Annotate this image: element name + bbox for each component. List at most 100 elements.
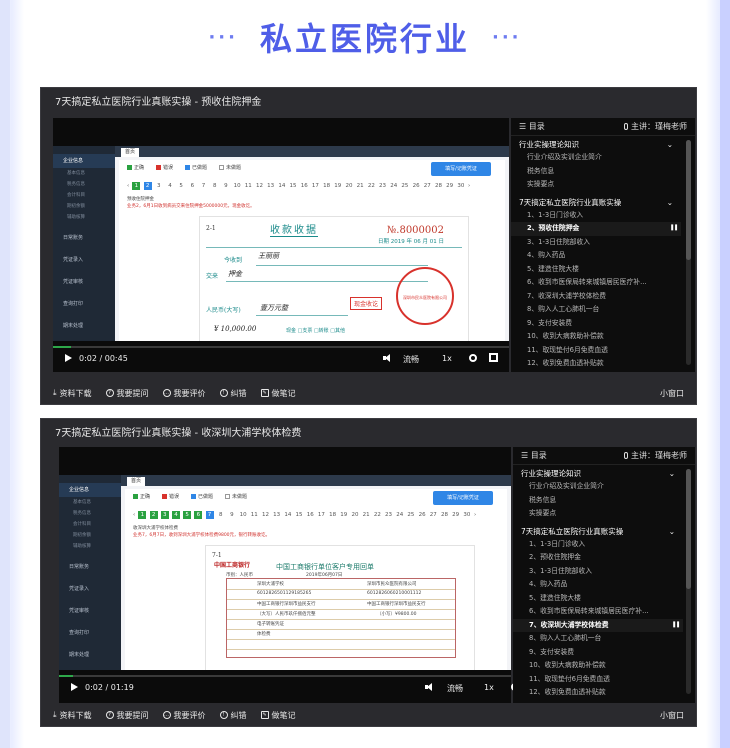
playlist-item[interactable]: 9、支付安装费: [513, 646, 683, 660]
mini-window-button[interactable]: 小窗口: [660, 388, 684, 399]
playlist-section[interactable]: 7天搞定私立医院行业真账实操 ⌄: [511, 196, 681, 209]
step-number: 26: [412, 183, 420, 189]
menu-item: 凭证审核: [69, 608, 90, 614]
play-icon[interactable]: [65, 354, 72, 362]
question-icon: ?: [105, 389, 114, 397]
playlist-item[interactable]: 2、预收住院押金: [513, 551, 683, 565]
volume-icon[interactable]: [425, 683, 433, 691]
playlist-header: ☰ 目录 主讲：瑾梅老师: [513, 447, 695, 465]
playlist-item[interactable]: 实操要点: [511, 178, 681, 192]
step-number: 19: [340, 512, 348, 518]
playlist-item[interactable]: 3、1-3日住院部收入: [511, 236, 681, 250]
bank-receipt-document: 7-1 中国工商银行 中国工商银行单位客户专用回单 币别：人民币 2019年06…: [205, 545, 475, 670]
chevron-down-icon: ⌄: [668, 469, 675, 478]
playlist-item[interactable]: 税务信息: [511, 165, 681, 179]
playlist-panel: ☰ 目录 主讲：瑾梅老师 行业实操理论知识 ⌄ 行业介绍及实训企业简介 税务信息 实操要…: [513, 447, 695, 703]
download-button[interactable]: ⤓ 资料下载: [53, 388, 92, 399]
video-player[interactable]: 企业信息 基本信息 税务信息 会计科目 期初余额 辅助核算 日常账务 凭证录入 …: [59, 447, 540, 703]
left-decoration: [0, 0, 10, 748]
error-icon: !: [219, 711, 228, 719]
playlist-item[interactable]: 11、取现垫付6月免费血透: [511, 344, 681, 358]
video-title: 7天搞定私立医院行业真账实操 - 预收住院押金: [41, 88, 696, 118]
quality-button[interactable]: 流畅: [403, 354, 419, 365]
video-player[interactable]: 企业信息 基本信息 税务信息 会计科目 期初余额 辅助核算 日常账务 凭证录入 …: [53, 118, 509, 372]
playlist-item[interactable]: 8、购入人工心肺机一台: [511, 303, 681, 317]
legend-todo: 未做题: [219, 164, 241, 171]
question-steps: ‹ 1 2 3 4 5 6 7 8 9 10 11 12 13 14 15 16 17 18 19 20 21 22 23 24…: [127, 182, 470, 190]
mini-window-button[interactable]: 小窗口: [660, 710, 684, 721]
menu-subitem: 期初余额: [67, 204, 85, 209]
settings-icon[interactable]: [469, 354, 477, 362]
playlist-item[interactable]: 行业介绍及实训企业简介: [511, 151, 681, 165]
playlist-item[interactable]: 12、收到免费血透补贴款: [511, 357, 681, 371]
playlist-item[interactable]: 12、收到免费血透补贴款: [513, 686, 683, 700]
playlist-item[interactable]: 10、收到大病救助补偿款: [511, 330, 681, 344]
review-button[interactable]: … 我要评价: [162, 710, 206, 721]
app-tab: 首页: [121, 148, 140, 157]
payer-value: 王丽丽: [258, 252, 279, 260]
playlist-item[interactable]: 5、建造住院大楼: [511, 263, 681, 277]
progress-bar[interactable]: [59, 675, 511, 677]
quality-button[interactable]: 流畅: [447, 683, 463, 694]
ask-button[interactable]: ? 我要提问: [105, 710, 149, 721]
app-sidebar: 企业信息 基本信息 税务信息 会计科目 期初余额 辅助核算 日常账务 凭证录入 …: [53, 146, 115, 341]
playlist-item[interactable]: 11、取现垫付6月免费血透: [513, 673, 683, 687]
playlist-panel: ☰ 目录 主讲：瑾梅老师 行业实操理论知识 ⌄ 行业介绍及实训企业简介 税务信息 实操要…: [511, 118, 695, 372]
playlist-item[interactable]: 1、1-3日门诊收入: [511, 209, 681, 223]
chevron-down-icon: ⌄: [668, 526, 675, 536]
step-number: 14: [278, 183, 286, 189]
report-error-button[interactable]: ! 纠错: [219, 388, 247, 399]
playlist-section[interactable]: 行业实操理论知识 ⌄: [511, 138, 681, 151]
step-number: 10: [239, 512, 247, 518]
playlist-scrollbar[interactable]: [686, 469, 691, 694]
playlist-item[interactable]: 3、1-3日住院部收入: [513, 565, 683, 579]
payee-account: 6012826060210001112: [367, 591, 422, 596]
playlist-item[interactable]: 2、预收住院押金: [511, 222, 681, 236]
rate-button[interactable]: 1x: [442, 354, 452, 363]
playlist-item[interactable]: 8、购入人工心肺机一台: [513, 632, 683, 646]
step-number: 9: [224, 183, 228, 189]
fullscreen-icon[interactable]: [489, 353, 498, 362]
app-topbar: 首页: [121, 475, 511, 486]
playlist-item[interactable]: 4、购入药品: [511, 249, 681, 263]
playlist-section[interactable]: 行业实操理论知识 ⌄: [513, 467, 683, 480]
legend-done: 已做题: [185, 164, 207, 171]
step-number: 16: [300, 183, 308, 189]
payer-account: 6012826501129185265: [257, 591, 312, 596]
download-button[interactable]: ⤓ 资料下载: [53, 710, 92, 721]
play-icon[interactable]: [71, 683, 78, 691]
playlist-item[interactable]: 9、支付安装费: [511, 317, 681, 331]
playlist-item[interactable]: 实操要点: [513, 507, 683, 521]
steps-prev: ‹: [127, 183, 130, 189]
playlist-item[interactable]: 行业介绍及实训企业简介: [513, 480, 683, 494]
menu-subitem: 辅助核算: [73, 544, 91, 549]
playlist-item[interactable]: 6、收到市医保局转来城镇居民医疗补...: [511, 276, 681, 290]
video-card-2: 7天搞定私立医院行业真账实操 - 收深圳大浦学校体检费 企业信息 基本信息 税务…: [40, 418, 697, 727]
playlist-item[interactable]: 10、收到大病救助补偿款: [513, 659, 683, 673]
notes-button[interactable]: ✎ 做笔记: [260, 710, 296, 721]
playlist-item[interactable]: 税务信息: [513, 494, 683, 508]
notes-button[interactable]: ✎ 做笔记: [260, 388, 296, 399]
step-number: 5: [183, 511, 192, 519]
progress-bar[interactable]: [53, 346, 509, 348]
review-button[interactable]: … 我要评价: [162, 388, 206, 399]
question-text: 业务7，6月7日，收到深圳大浦学校体检费9800元，银行转账收讫。: [133, 533, 271, 538]
app-tab: 首页: [127, 477, 146, 486]
playlist-item[interactable]: 6、收到市医保局转来城镇居民医疗补...: [513, 605, 683, 619]
ask-button[interactable]: ? 我要提问: [105, 388, 149, 399]
playlist-scrollbar[interactable]: [686, 140, 691, 365]
volume-icon[interactable]: [383, 354, 391, 362]
menu-subitem: 基本信息: [67, 171, 85, 176]
legend-done: 已做题: [191, 493, 213, 500]
playlist-item[interactable]: 5、建造住院大楼: [513, 592, 683, 606]
rate-button[interactable]: 1x: [484, 683, 494, 692]
playlist-item[interactable]: 7、收深圳大浦学校体检费: [511, 290, 681, 304]
report-error-button[interactable]: ! 纠错: [219, 710, 247, 721]
playlist-item[interactable]: 7、收深圳大浦学校体检费: [513, 618, 683, 632]
icbc-logo: 中国工商银行: [214, 562, 251, 569]
playlist-item[interactable]: 1、1-3日门诊收入: [513, 538, 683, 552]
question: 预收住院押金 业务2，6月1日收到病员交来住院押金5000000元，现金收讫。: [127, 196, 255, 210]
playlist-section[interactable]: 7天搞定私立医院行业真账实操 ⌄: [513, 525, 683, 538]
playlist-item[interactable]: 4、购入药品: [513, 578, 683, 592]
menu-subitem: 期初余额: [73, 533, 91, 538]
